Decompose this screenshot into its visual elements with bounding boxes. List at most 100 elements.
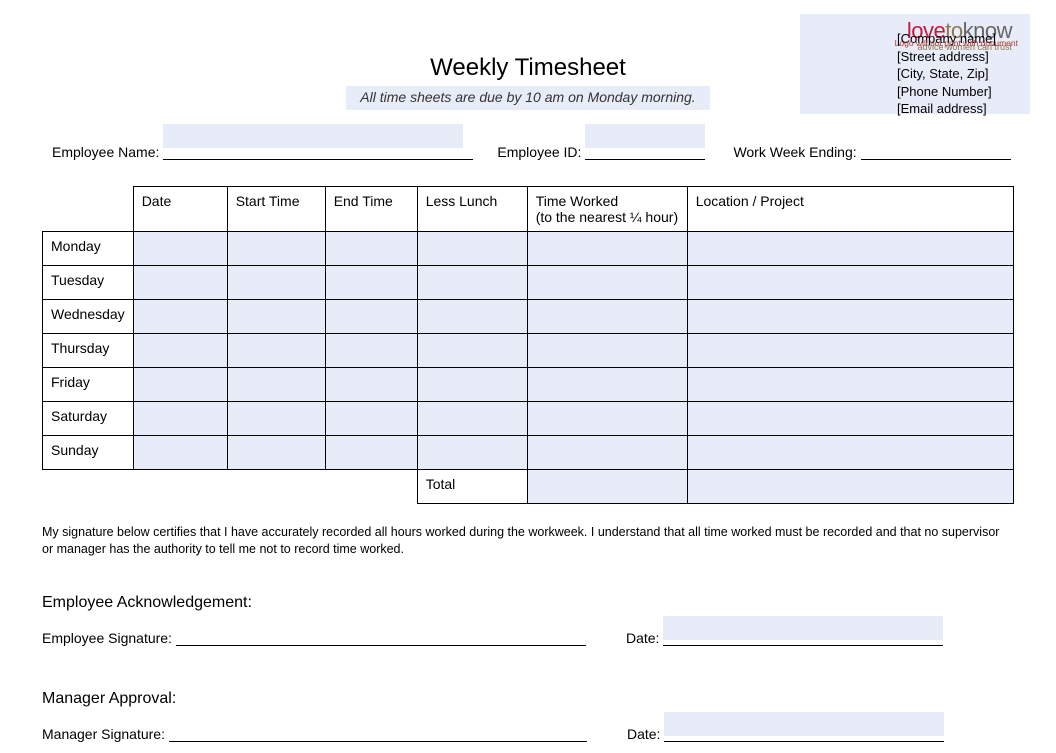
lunch-field[interactable] — [417, 266, 527, 300]
location-field[interactable] — [687, 266, 1013, 300]
certification-text: My signature below certifies that I have… — [42, 524, 1014, 558]
start-field[interactable] — [227, 300, 325, 334]
manager-signature-label: Manager Signature: — [42, 726, 165, 742]
table-row: Tuesday — [43, 266, 1014, 300]
end-field[interactable] — [325, 368, 417, 402]
lunch-field[interactable] — [417, 334, 527, 368]
day-label: Friday — [43, 368, 134, 402]
employee-id-field[interactable] — [585, 140, 705, 160]
lunch-field[interactable] — [417, 300, 527, 334]
page-subtitle: All time sheets are due by 10 am on Mond… — [360, 89, 695, 105]
start-field[interactable] — [227, 266, 325, 300]
header-end: End Time — [325, 187, 417, 232]
header-start: Start Time — [227, 187, 325, 232]
location-field[interactable] — [687, 300, 1013, 334]
start-field[interactable] — [227, 436, 325, 470]
total-spacer — [133, 470, 227, 504]
employee-id-label: Employee ID: — [497, 144, 581, 160]
date-field[interactable] — [133, 266, 227, 300]
end-field[interactable] — [325, 334, 417, 368]
company-email[interactable]: [Email address] — [897, 100, 996, 118]
date-field[interactable] — [133, 402, 227, 436]
week-ending-field[interactable] — [861, 140, 1011, 160]
table-row: Sunday — [43, 436, 1014, 470]
worked-field[interactable] — [527, 436, 687, 470]
table-row: Saturday — [43, 402, 1014, 436]
employee-ack-heading: Employee Acknowledgement: — [42, 594, 1014, 612]
lunch-field[interactable] — [417, 368, 527, 402]
company-city[interactable]: [City, State, Zip] — [897, 65, 996, 83]
employee-signature-label: Employee Signature: — [42, 630, 172, 646]
employee-info-row: Employee Name: Employee ID: Work Week En… — [42, 140, 1014, 160]
header-empty — [43, 187, 134, 232]
header-worked-sub: (to the nearest ¼ hour) — [536, 209, 678, 225]
end-field[interactable] — [325, 300, 417, 334]
manager-date-label: Date: — [627, 726, 660, 742]
company-street[interactable]: [Street address] — [897, 48, 996, 66]
total-spacer — [325, 470, 417, 504]
timesheet-body: Monday Tuesday Wednesday — [43, 232, 1014, 504]
end-field[interactable] — [325, 436, 417, 470]
week-ending-label: Work Week Ending: — [733, 144, 856, 160]
page-title: Weekly Timesheet — [42, 54, 1014, 82]
employee-name-field[interactable] — [163, 140, 473, 160]
company-phone[interactable]: [Phone Number] — [897, 83, 996, 101]
day-label: Tuesday — [43, 266, 134, 300]
total-worked-field[interactable] — [527, 470, 687, 504]
total-location-field[interactable] — [687, 470, 1013, 504]
end-field[interactable] — [325, 266, 417, 300]
date-field[interactable] — [133, 368, 227, 402]
header-lunch: Less Lunch — [417, 187, 527, 232]
worked-field[interactable] — [527, 266, 687, 300]
total-spacer — [43, 470, 134, 504]
worked-field[interactable] — [527, 402, 687, 436]
header-worked: Time Worked (to the nearest ¼ hour) — [527, 187, 687, 232]
table-row: Thursday — [43, 334, 1014, 368]
table-row: Wednesday — [43, 300, 1014, 334]
end-field[interactable] — [325, 402, 417, 436]
location-field[interactable] — [687, 334, 1013, 368]
start-field[interactable] — [227, 232, 325, 266]
header-date: Date — [133, 187, 227, 232]
lunch-field[interactable] — [417, 232, 527, 266]
lunch-field[interactable] — [417, 402, 527, 436]
header-location: Location / Project — [687, 187, 1013, 232]
date-field[interactable] — [133, 436, 227, 470]
date-field[interactable] — [133, 300, 227, 334]
location-field[interactable] — [687, 232, 1013, 266]
worked-field[interactable] — [527, 232, 687, 266]
day-label: Monday — [43, 232, 134, 266]
logo-print-note: Logo will not print with document — [895, 38, 1018, 48]
table-header-row: Date Start Time End Time Less Lunch Time… — [43, 187, 1014, 232]
worked-field[interactable] — [527, 300, 687, 334]
start-field[interactable] — [227, 368, 325, 402]
header-worked-text: Time Worked — [536, 193, 618, 209]
worked-field[interactable] — [527, 368, 687, 402]
timesheet-table: Date Start Time End Time Less Lunch Time… — [42, 186, 1014, 504]
subtitle-wrap: All time sheets are due by 10 am on Mond… — [346, 86, 709, 110]
lunch-field[interactable] — [417, 436, 527, 470]
employee-ack-section: Employee Acknowledgement: Employee Signa… — [42, 594, 1014, 646]
location-field[interactable] — [687, 436, 1013, 470]
table-row: Monday — [43, 232, 1014, 266]
manager-signature-row: Manager Signature: Date: — [42, 724, 1014, 742]
start-field[interactable] — [227, 334, 325, 368]
manager-date-field[interactable] — [664, 724, 944, 742]
employee-signature-field[interactable] — [176, 628, 586, 646]
worked-field[interactable] — [527, 334, 687, 368]
day-label: Sunday — [43, 436, 134, 470]
total-label: Total — [417, 470, 527, 504]
manager-signature-field[interactable] — [169, 724, 587, 742]
date-field[interactable] — [133, 334, 227, 368]
end-field[interactable] — [325, 232, 417, 266]
manager-approval-section: Manager Approval: Manager Signature: Dat… — [42, 690, 1014, 742]
page-container: lovetoknow advice women can trust [Compa… — [0, 0, 1056, 753]
start-field[interactable] — [227, 402, 325, 436]
day-label: Saturday — [43, 402, 134, 436]
date-field[interactable] — [133, 232, 227, 266]
location-field[interactable] — [687, 368, 1013, 402]
day-label: Thursday — [43, 334, 134, 368]
employee-date-field[interactable] — [663, 628, 943, 646]
location-field[interactable] — [687, 402, 1013, 436]
manager-approval-heading: Manager Approval: — [42, 690, 1014, 708]
